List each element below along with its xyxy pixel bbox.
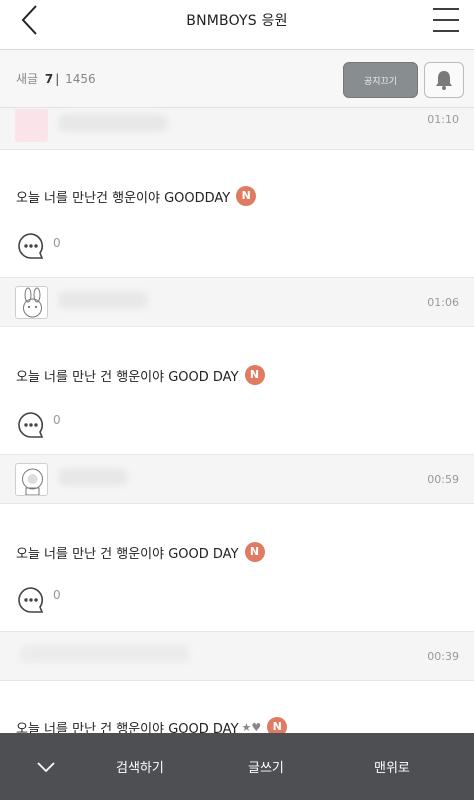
post-feed[interactable]: 01:10 오늘 너를 만난건 행운이야 GOODDAY N 0 01:06 오	[0, 108, 474, 733]
post-title[interactable]: 오늘 너를 만난 건 행운이야 GOOD DAY ★♥ N	[16, 717, 288, 734]
page-title: BNMBOYS 응원	[186, 13, 288, 29]
post-title[interactable]: 오늘 너를 만난 건 행운이야 GOOD DAY N	[16, 365, 265, 385]
new-badge: N	[244, 365, 265, 385]
post-count: 새글 7 | 1456	[16, 70, 96, 87]
author-name-blurred	[58, 114, 168, 132]
author-avatar	[15, 463, 48, 496]
post-author-row[interactable]: 00:59	[0, 454, 474, 504]
new-posts-count: 7	[44, 72, 54, 86]
comment-count: 0	[53, 588, 61, 602]
comment-icon[interactable]	[17, 411, 45, 439]
write-button[interactable]: 글쓰기	[248, 757, 284, 776]
post-time: 00:39	[427, 650, 459, 663]
post-title-text: 오늘 너를 만난 건 행운이야 GOOD DAY	[16, 369, 239, 385]
new-posts-label: 새글	[16, 72, 39, 86]
post-title[interactable]: 오늘 너를 만난 건 행운이야 GOOD DAY N	[16, 542, 265, 562]
notice-off-button[interactable]: 공지끄기	[343, 62, 418, 98]
scroll-top-button[interactable]: 맨위로	[374, 757, 410, 776]
search-button[interactable]: 검색하기	[116, 757, 164, 776]
post-title-text: 오늘 너를 만난 건 행운이야 GOOD DAY	[16, 721, 239, 734]
new-badge: N	[236, 186, 257, 206]
post-author-row[interactable]: 01:06	[0, 277, 474, 327]
rabbit-avatar-icon	[23, 287, 42, 318]
new-badge: N	[244, 542, 265, 562]
post-title-text: 오늘 너를 만난 건 행운이야 GOOD DAY	[16, 546, 239, 562]
author-avatar	[15, 109, 48, 142]
comment-icon[interactable]	[17, 232, 45, 260]
author-name-blurred	[58, 291, 148, 309]
post-time: 00:59	[427, 473, 459, 486]
chevron-down-icon[interactable]	[36, 757, 56, 777]
post-title-text: 오늘 너를 만난건 행운이야 GOODDAY	[16, 190, 231, 206]
post-time: 01:06	[427, 296, 459, 309]
board-toolbar: 새글 7 | 1456 공지끄기	[0, 50, 474, 108]
comment-count: 0	[53, 236, 61, 250]
count-separator: |	[55, 72, 60, 86]
post-title[interactable]: 오늘 너를 만난건 행운이야 GOODDAY N	[16, 186, 257, 206]
hamburger-menu-icon[interactable]	[432, 6, 460, 34]
top-bar: BNMBOYS 응원	[0, 0, 474, 50]
post-author-row[interactable]: 00:39	[0, 631, 474, 681]
total-posts-count: 1456	[65, 72, 96, 86]
author-name-blurred	[58, 468, 128, 486]
bell-icon	[436, 71, 452, 90]
author-name-blurred	[20, 645, 190, 663]
author-avatar	[15, 286, 48, 319]
post-author-row[interactable]: 01:10	[0, 108, 474, 150]
notification-button[interactable]	[424, 62, 464, 98]
post-item[interactable]: 오늘 너를 만난건 행운이야 GOODDAY N 0	[0, 150, 474, 277]
new-badge: N	[267, 717, 288, 733]
post-item[interactable]: 오늘 너를 만난 건 행운이야 GOOD DAY N 0	[0, 327, 474, 454]
post-item[interactable]: 오늘 너를 만난 건 행운이야 GOOD DAY N 0	[0, 504, 474, 631]
comment-icon[interactable]	[17, 586, 45, 614]
emoji-decoration: ★♥	[241, 720, 262, 734]
astronaut-avatar-icon	[22, 468, 43, 495]
post-item[interactable]: 오늘 너를 만난 건 행운이야 GOOD DAY ★♥ N	[0, 681, 474, 733]
post-time: 01:10	[427, 113, 459, 126]
bottom-toolbar: 검색하기 글쓰기 맨위로	[0, 733, 474, 800]
comment-count: 0	[53, 413, 61, 427]
